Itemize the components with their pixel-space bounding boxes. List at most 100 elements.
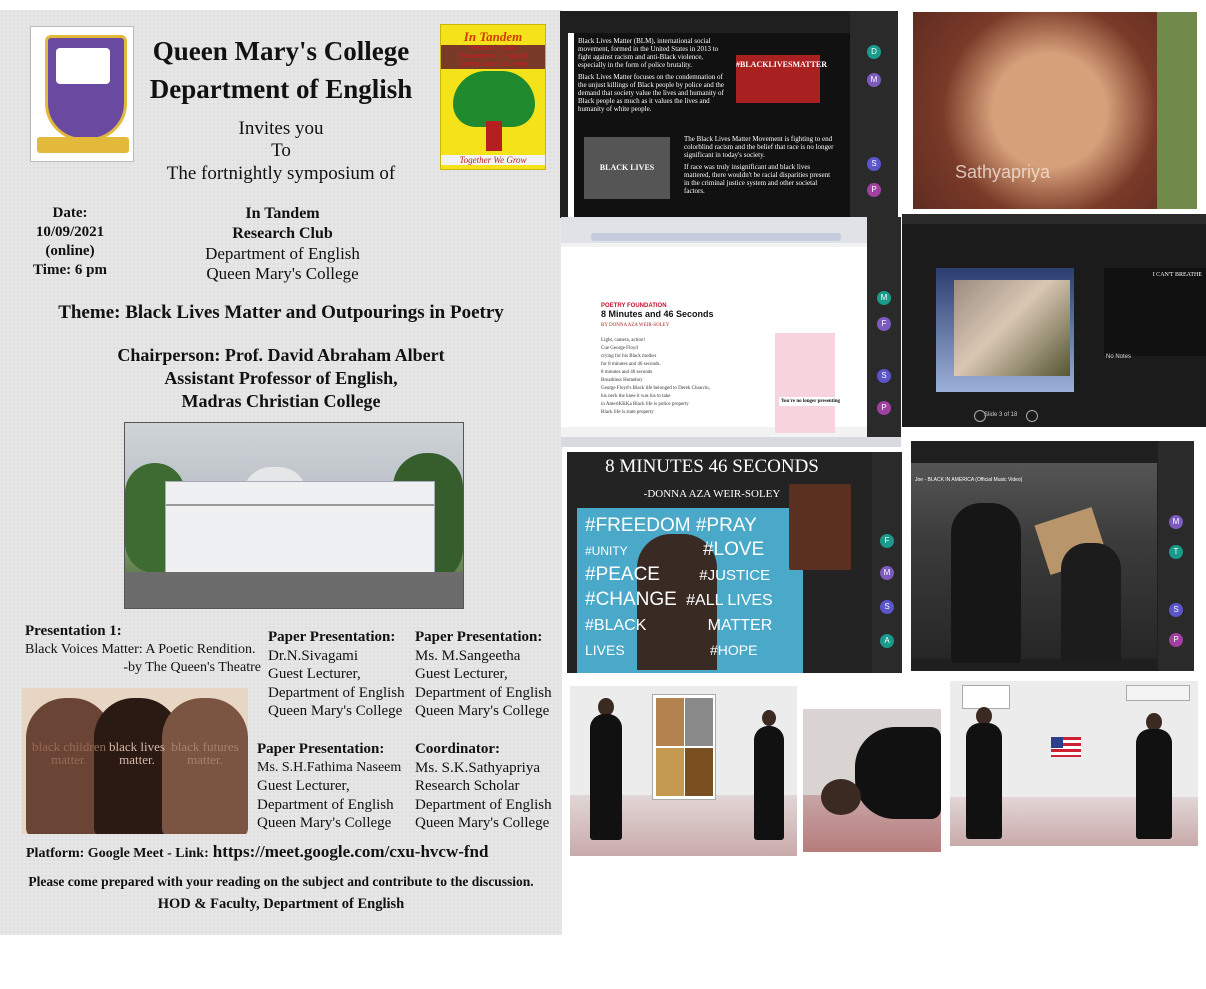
participant-avatar[interactable]: F [880,534,894,548]
presenter-dept: Department of English [268,684,405,701]
poem-author[interactable]: BY DONNA AZA WEIR-SOLEY [601,323,669,328]
participant-avatar[interactable]: S [1169,603,1183,617]
host-college: Queen Mary's College [206,264,359,283]
mural-word: #ALL LIVES [686,592,773,609]
host-dept: Department of English [205,244,360,263]
presenter-role: Guest Lecturer, [268,666,361,682]
us-flag-icon [1051,737,1081,757]
mural-word: #CHANGE [585,589,677,610]
college-building-photo [124,422,464,609]
slide-photo [954,280,1070,376]
presenter-college: Queen Mary's College [415,703,550,719]
mural-word: #UNITY [585,544,628,558]
speaker-photo [789,484,851,570]
photo-collage-board [652,694,716,800]
poem-line: Breathless Homeboy [601,378,643,383]
date-block: Date: 10/09/2021 (online) Time: 6 pm [20,204,120,280]
poem-line: George Floyd's Black life belonged to De… [601,386,710,391]
slide-paragraph: Black Lives Matter (BLM), international … [578,37,719,69]
music-video[interactable] [911,463,1157,663]
presenter-name: Dr.N.Sivagami [268,647,358,664]
poem-line: 8 minutes and 46 seconds [601,370,653,375]
mural-image: #FREEDOM #PRAY #UNITY #LOVE #PEACE #JUST… [577,508,803,673]
presentation-screenshot: I CAN'T BREATHE No Notes Slide 3 of 18 [902,214,1206,427]
webcam-screenshot: Sathyapriya [913,12,1197,209]
in-tandem-logo-name: In Tandem [463,29,523,44]
presenter-name: Ms. S.H.Fathima Naseem [257,759,402,775]
footer-signature: HOD & Faculty, Department of English [157,896,405,912]
presentation-1: Presentation 1: Black Voices Matter: A P… [25,622,261,678]
participant-avatar[interactable]: S [867,157,881,171]
mural-word: #FREEDOM [585,515,691,536]
participants-panel: D M S P [850,11,898,218]
poem-line: Cue George Floyd [601,346,638,351]
presenter-college: Queen Mary's College [257,815,392,831]
date-label: Date: [52,205,88,221]
paper-heading: Paper Presentation: [257,741,385,757]
participant-avatar[interactable]: P [877,401,891,415]
poem-line: Light, camera, action! [601,338,646,343]
performance-photo-3 [950,681,1198,846]
participant-avatar[interactable]: M [880,566,894,580]
participants-panel: M F S P [867,217,901,447]
participant-avatar[interactable]: S [877,369,891,383]
host-block: In Tandem Research Club Department of En… [180,204,385,284]
mural-word: #PEACE [585,564,660,585]
slide-counter: Slide 3 of 18 [984,412,1018,418]
slide-paragraph: Black Lives Matter focuses on the condem… [578,73,724,113]
presenter-name: Ms. M.Sangeetha [415,647,521,664]
hashtag-image: #BLACKLIVESMATTER [736,55,827,103]
address-bar[interactable] [591,233,841,241]
participant-avatar[interactable]: F [877,317,891,331]
coordinator-block: Coordinator: Ms. S.K.Sathyapriya Researc… [415,740,562,833]
footer-note: Please come prepared with your reading o… [28,874,534,889]
poem-line: Black life is state property [601,410,654,415]
mural-word: LIVES [585,642,625,658]
participant-avatar[interactable]: M [877,291,891,305]
event-poster: Queen Mary's College Department of Engli… [0,10,562,935]
participants-panel: M T S P [1158,441,1194,671]
performance-photo-2 [803,709,941,852]
presenter-role: Guest Lecturer, [257,778,350,794]
performance-photo-1 [570,686,797,856]
protest-sign-image: BLACK LIVES MATTER [584,137,670,199]
participant-avatar[interactable]: P [1169,633,1183,647]
coordinator-heading: Coordinator: [415,741,500,757]
previous-slide-icon[interactable] [974,410,986,422]
poem-title: 8 Minutes and 46 Seconds [601,309,714,319]
poem-page: POETRY FOUNDATION 8 Minutes and 46 Secon… [561,247,901,433]
logo-line: Queen Mary's College [441,61,545,69]
poem-line: for 8 minutes and 46 seconds. [601,362,661,367]
presentation-heading: Presentation 1: [25,623,122,639]
meet-slide-screenshot: Black Lives Matter (BLM), international … [560,11,898,218]
presenting-notice: You're no longer presenting [779,397,855,406]
participant-avatar[interactable]: T [1169,545,1183,559]
paper-presenter-2: Paper Presentation: Ms. M.Sangeetha Gues… [415,628,562,721]
protest-placard [962,685,1010,709]
poem-slide-screenshot: 8 MINUTES 46 SECONDS -DONNA AZA WEIR-SOL… [567,452,902,673]
participant-avatar[interactable]: A [880,634,894,648]
paper-heading: Paper Presentation: [268,629,396,645]
poem-lines: Light, camera, action! Cue George Floyd … [601,337,751,417]
poem-illustration [775,333,835,433]
paper-heading: Paper Presentation: [415,629,543,645]
participant-avatar[interactable]: S [880,600,894,614]
poem-line: crying for his Black mother [601,354,657,359]
participant-avatar[interactable]: P [867,183,881,197]
host-name: In Tandem [245,205,320,222]
browser-toolbar [561,217,901,243]
mural-word: MATTER [707,617,773,634]
next-slide-icon[interactable] [1026,410,1038,422]
participant-avatar[interactable]: M [867,73,881,87]
next-slide-preview: I CAN'T BREATHE [1104,268,1206,356]
participant-avatar[interactable]: M [1169,515,1183,529]
coordinator-college: Queen Mary's College [415,815,550,831]
window-titlebar [902,214,1206,224]
participant-name: Sathyapriya [955,162,1051,182]
protest-placard [1126,685,1190,701]
date-mode: (online) [45,243,95,259]
mural-word: #PRAY [695,515,757,536]
video-caption: Joe - BLACK IN AMERICA (Official Music V… [915,477,1023,483]
participant-avatar[interactable]: D [867,45,881,59]
meeting-link[interactable]: https://meet.google.com/cxu-hvcw-fnd [213,842,489,861]
